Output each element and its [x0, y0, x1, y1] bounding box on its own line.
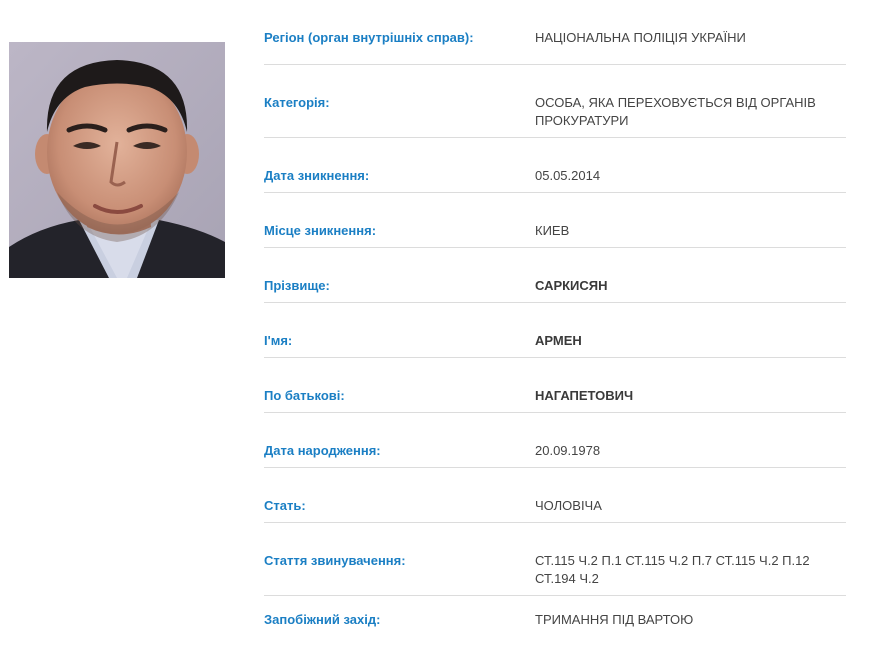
patronymic-label: По батькові:	[264, 388, 345, 403]
first-name-value: АРМЕН	[535, 333, 582, 348]
detail-row-preventive-measure: Запобіжний захід: ТРИМАННЯ ПІД ВАРТОЮ	[264, 596, 846, 649]
person-details: Регіон (орган внутрішніх справ): НАЦІОНА…	[264, 0, 846, 649]
person-photo-icon	[9, 42, 225, 278]
detail-row-surname: Прізвище: САРКИСЯН	[264, 248, 846, 303]
disappearance-place-value: КИЕВ	[535, 223, 570, 238]
birth-date-label: Дата народження:	[264, 443, 381, 458]
region-value: НАЦІОНАЛЬНА ПОЛІЦІЯ УКРАЇНИ	[535, 30, 746, 45]
person-photo	[9, 42, 225, 278]
disappearance-place-label: Місце зникнення:	[264, 223, 377, 238]
category-value: ОСОБА, ЯКА ПЕРЕХОВУЄТЬСЯ ВІД ОРГАНІВ ПРО…	[535, 95, 816, 128]
region-label: Регіон (орган внутрішніх справ):	[264, 30, 474, 45]
detail-row-charge-articles: Стаття звинувачення: СТ.115 Ч.2 П.1 СТ.1…	[264, 523, 846, 596]
charge-articles-value: СТ.115 Ч.2 П.1 СТ.115 Ч.2 П.7 СТ.115 Ч.2…	[535, 553, 810, 586]
surname-label: Прізвище:	[264, 278, 330, 293]
category-label: Категорія:	[264, 95, 330, 110]
detail-row-disappearance-place: Місце зникнення: КИЕВ	[264, 193, 846, 248]
preventive-measure-label: Запобіжний захід:	[264, 612, 381, 627]
first-name-label: І'мя:	[264, 333, 293, 348]
detail-row-birth-date: Дата народження: 20.09.1978	[264, 413, 846, 468]
charge-articles-label: Стаття звинувачення:	[264, 553, 406, 568]
disappearance-date-label: Дата зникнення:	[264, 168, 370, 183]
detail-row-sex: Стать: ЧОЛОВІЧА	[264, 468, 846, 523]
patronymic-value: НАГАПЕТОВИЧ	[535, 388, 634, 403]
sex-value: ЧОЛОВІЧА	[535, 498, 602, 513]
disappearance-date-value: 05.05.2014	[535, 168, 601, 183]
preventive-measure-value: ТРИМАННЯ ПІД ВАРТОЮ	[535, 612, 694, 627]
detail-row-disappearance-date: Дата зникнення: 05.05.2014	[264, 138, 846, 193]
sex-label: Стать:	[264, 498, 306, 513]
birth-date-value: 20.09.1978	[535, 443, 601, 458]
detail-row-patronymic: По батькові: НАГАПЕТОВИЧ	[264, 358, 846, 413]
detail-row-category: Категорія: ОСОБА, ЯКА ПЕРЕХОВУЄТЬСЯ ВІД …	[264, 65, 846, 138]
detail-row-region: Регіон (орган внутрішніх справ): НАЦІОНА…	[264, 0, 846, 65]
surname-value: САРКИСЯН	[535, 278, 608, 293]
detail-row-first-name: І'мя: АРМЕН	[264, 303, 846, 358]
